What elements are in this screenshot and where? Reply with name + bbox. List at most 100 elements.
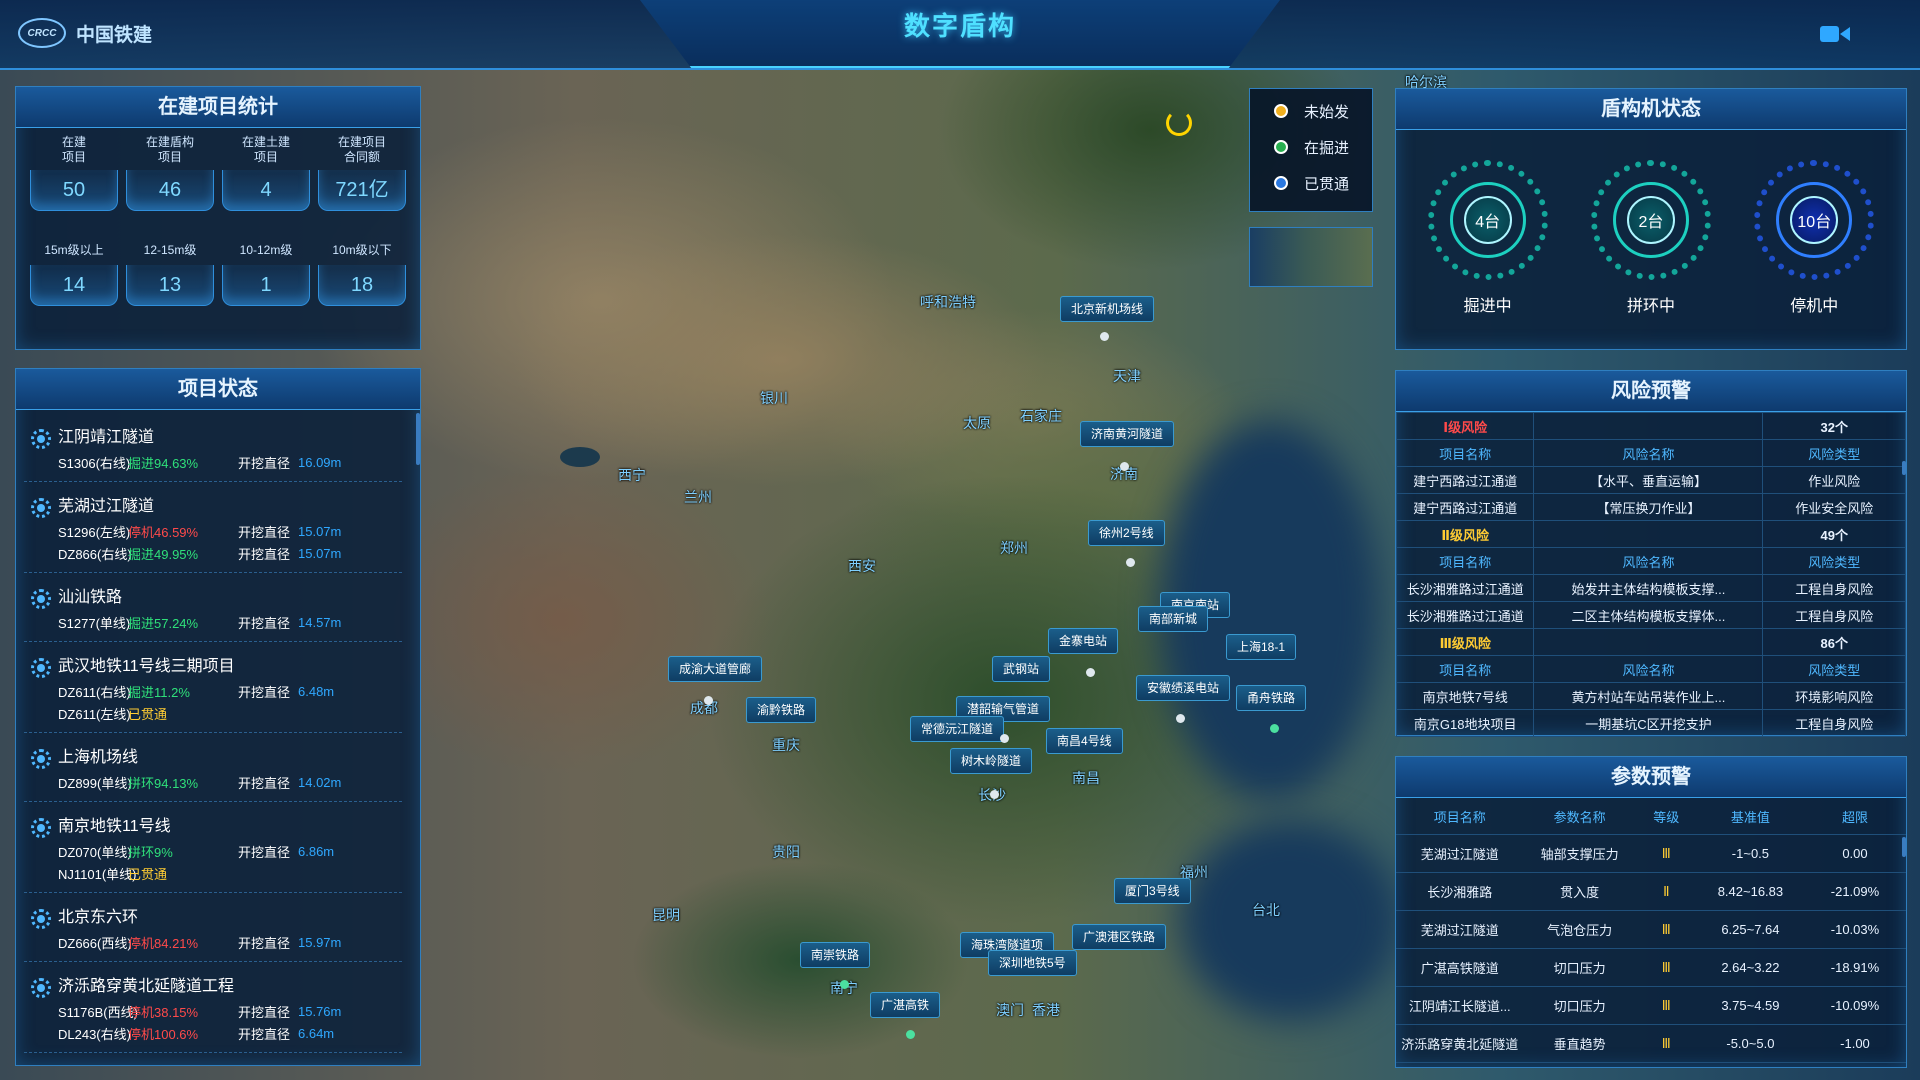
- project-marker[interactable]: 树木岭隧道: [950, 748, 1033, 774]
- legend-item[interactable]: 在掘进: [1250, 129, 1372, 165]
- minimap[interactable]: [1249, 227, 1373, 287]
- table-row[interactable]: 济泺路穿黄北延隧道 垂直趋势 Ⅲ -5.0~5.0 -1.00: [1396, 1024, 1906, 1063]
- city-label: 兰州: [684, 489, 712, 505]
- table-row[interactable]: 江阴靖江长隧道... 切口压力 Ⅲ 3.75~4.59 -10.09%: [1396, 986, 1906, 1025]
- table-row[interactable]: 长沙湘雅路过江通道 二区主体结构模板支撑体... 工程自身风险: [1395, 601, 1906, 629]
- stat-card: 在建 项目 50: [30, 134, 118, 211]
- table-row[interactable]: 长沙湘雅路 贯入度 Ⅱ 8.42~16.83 -21.09%: [1396, 872, 1906, 911]
- refresh-icon[interactable]: [1166, 110, 1192, 136]
- table-row[interactable]: 芜湖过江隧道 轴部支撑压力 Ⅲ -1~0.5 0.00: [1396, 834, 1906, 873]
- param-table[interactable]: 项目名称 参数名称 等级 基准值 超限 芜湖过江隧道 轴部支撑压力 Ⅲ -1~0.5 0.00 长沙…: [1396, 798, 1906, 1067]
- stat-label: 10m级以下: [332, 242, 392, 257]
- risk-warning-title: 风险预警: [1396, 371, 1906, 412]
- project-marker[interactable]: 常德沅江隧道: [910, 716, 1005, 742]
- project-item[interactable]: 武汉地铁11号线三期项目 DZ611(右线) 掘进11.2% 开挖直径 6.48m DZ6…: [24, 642, 402, 733]
- project-marker[interactable]: 徐州2号线: [1088, 520, 1165, 546]
- site-point[interactable]: [1000, 734, 1009, 743]
- project-marker[interactable]: 武钢站: [992, 656, 1051, 682]
- video-camera-icon[interactable]: [1820, 24, 1850, 44]
- site-point[interactable]: [1176, 714, 1185, 723]
- table-cell: 作业安全风险: [1762, 493, 1906, 521]
- machine-id: DZ611(左线): [58, 706, 131, 722]
- legend-item[interactable]: 已贯通: [1250, 165, 1372, 201]
- risk-level: Ⅲ级风险: [1395, 628, 1535, 656]
- project-item[interactable]: 芜湖过江隧道 S1296(左线) 停机46.59% 开挖直径 15.07m DZ866(右…: [24, 482, 402, 573]
- table-row[interactable]: 南京地铁7号线 黄方村站车站吊装作业上... 环境影响风险: [1395, 682, 1906, 710]
- project-name: 上海机场线: [58, 749, 139, 766]
- project-marker[interactable]: 甬舟铁路: [1236, 685, 1307, 711]
- risk-level-row[interactable]: Ⅰ级风险 32个: [1395, 412, 1906, 440]
- project-item[interactable]: 济泺路穿黄北延隧道工程 S1176B(西线) 停机38.15% 开挖直径 15.76m D…: [24, 962, 402, 1053]
- site-point[interactable]: [906, 1030, 915, 1039]
- table-row[interactable]: 建宁西路过江通道 【常压换刀作业】 作业安全风险: [1395, 493, 1906, 521]
- project-marker[interactable]: 成渝大道管廊: [668, 656, 763, 682]
- gear-icon: [24, 972, 58, 1044]
- site-point[interactable]: [704, 696, 713, 705]
- diameter-value: 15.07m: [298, 545, 342, 561]
- legend-label: 已贯通: [1304, 175, 1350, 193]
- city-label: 台北: [1252, 902, 1280, 918]
- company-logo: CRCC 中国铁建: [18, 18, 152, 48]
- sea-area: [1180, 820, 1400, 1020]
- project-marker[interactable]: 广湛高铁: [870, 992, 941, 1018]
- machine-status: 掘进11.2%: [128, 684, 190, 700]
- project-marker[interactable]: 上海18-1: [1226, 634, 1297, 660]
- project-name: 武汉地铁11号线三期项目: [58, 658, 235, 675]
- site-point[interactable]: [1086, 668, 1095, 677]
- project-item[interactable]: 汕汕铁路 S1277(单线) 掘进57.24% 开挖直径 14.57m: [24, 573, 402, 642]
- project-marker[interactable]: 南部新城: [1138, 606, 1209, 632]
- gauge-label: 停机中: [1790, 298, 1839, 315]
- project-marker[interactable]: 南昌4号线: [1046, 728, 1123, 754]
- project-marker[interactable]: 济南黄河隧道: [1080, 421, 1175, 447]
- site-point[interactable]: [1120, 462, 1129, 471]
- site-point[interactable]: [1126, 558, 1135, 567]
- stat-value: 18: [318, 265, 406, 306]
- project-marker[interactable]: 金寨电站: [1048, 628, 1119, 654]
- scrollbar[interactable]: [1902, 837, 1906, 857]
- table-row[interactable]: 南京G18地块项目 一期基坑C区开挖支护 工程自身风险: [1395, 709, 1906, 737]
- project-marker[interactable]: 深圳地铁5号: [988, 950, 1077, 976]
- table-row[interactable]: 芜湖过江隧道 气泡仓压力 Ⅲ 6.25~7.64 -10.03%: [1396, 910, 1906, 949]
- table-cell: -18.91%: [1803, 948, 1906, 987]
- scrollbar[interactable]: [1902, 461, 1906, 475]
- table-row[interactable]: 建宁西路过江通道 【水平、垂直运输】 作业风险: [1395, 466, 1906, 494]
- site-point[interactable]: [840, 980, 849, 989]
- risk-level-row[interactable]: Ⅱ级风险 49个: [1395, 520, 1906, 548]
- project-item[interactable]: 南京地铁11号线 DZ070(单线) 拼环9% 开挖直径 6.86m NJ1101(单线)…: [24, 802, 402, 893]
- table-cell: P2.1吸口压力: [1523, 1062, 1636, 1067]
- diameter-value: 14.02m: [298, 774, 342, 790]
- table-row[interactable]: 汕汕铁路穿海隧道P2.1吸口压力Ⅲ1~20.02: [1396, 1062, 1906, 1067]
- project-marker[interactable]: 安徽绩溪电站: [1136, 675, 1231, 701]
- stat-value: 1: [222, 265, 310, 306]
- risk-table[interactable]: Ⅰ级风险 32个 项目名称 风险名称 风险类型 建宁西路过江通道 【水平、垂直运输】 作业风险…: [1395, 412, 1906, 737]
- table-row[interactable]: 广湛高铁隧道 切口压力 Ⅲ 2.64~3.22 -18.91%: [1396, 948, 1906, 987]
- site-point[interactable]: [1100, 332, 1109, 341]
- project-item[interactable]: 北京东六环 DZ666(西线) 停机84.21% 开挖直径 15.97m: [24, 893, 402, 962]
- table-row[interactable]: 长沙湘雅路过江通道 始发井主体结构模板支撑... 工程自身风险: [1395, 574, 1906, 602]
- stat-value: 46: [126, 170, 214, 211]
- project-marker[interactable]: 渝黔铁路: [746, 697, 817, 723]
- company-name: 中国铁建: [76, 24, 153, 46]
- scrollbar[interactable]: [416, 413, 420, 465]
- site-point[interactable]: [990, 790, 999, 799]
- gauge-value: 2台: [1626, 196, 1675, 244]
- table-cell: 1~2: [1696, 1062, 1804, 1067]
- project-name: 芜湖过江隧道: [58, 498, 155, 515]
- project-item[interactable]: 江阴靖江隧道 S1306(右线) 掘进94.63% 开挖直径 16.09m: [24, 413, 402, 482]
- machine-id: DZ666(西线): [58, 935, 132, 951]
- project-marker[interactable]: 厦门3号线: [1114, 878, 1191, 904]
- project-marker[interactable]: 北京新机场线: [1060, 296, 1155, 322]
- site-point[interactable]: [1270, 724, 1279, 733]
- project-name: 汕汕铁路: [58, 589, 123, 606]
- legend-item[interactable]: 未始发: [1250, 93, 1372, 129]
- project-marker[interactable]: 广澳港区铁路: [1072, 924, 1167, 950]
- project-status-title: 项目状态: [16, 369, 420, 410]
- machine-line: DZ070(单线) 拼环9% 开挖直径 6.86m: [58, 840, 402, 862]
- project-item[interactable]: 上海机场线 DZ899(单线) 拼环94.13% 开挖直径 14.02m: [24, 733, 402, 802]
- risk-level-row[interactable]: Ⅲ级风险 86个: [1395, 628, 1906, 656]
- stat-card: 12-15m级 13: [126, 239, 214, 306]
- project-marker[interactable]: 南崇铁路: [800, 942, 871, 968]
- stat-value: 50: [30, 170, 118, 211]
- project-list[interactable]: 江阴靖江隧道 S1306(右线) 掘进94.63% 开挖直径 16.09m 芜湖过江隧道 S…: [16, 413, 414, 1061]
- machine-id: DZ899(单线): [58, 775, 132, 791]
